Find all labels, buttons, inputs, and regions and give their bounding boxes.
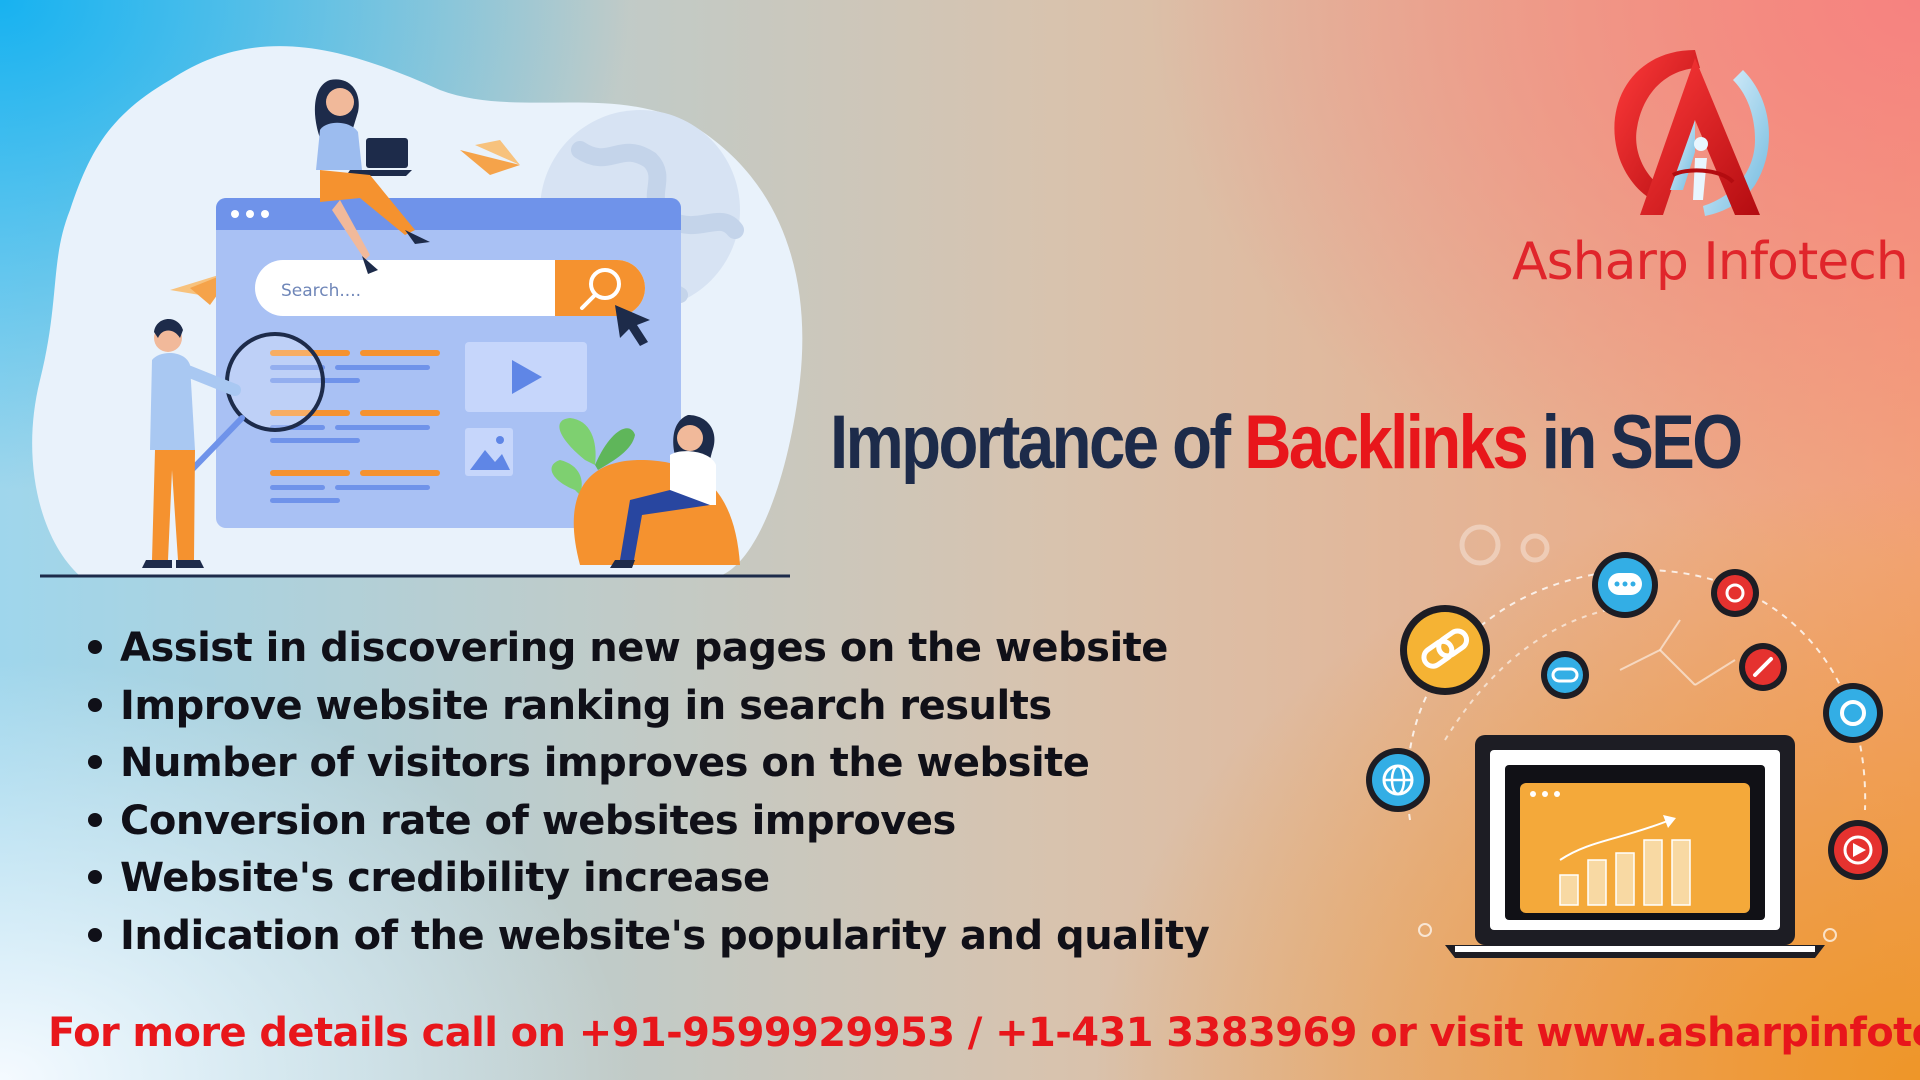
backlink-network-illustration (1366, 524, 1888, 958)
title-part2: in SEO (1526, 400, 1743, 485)
title-highlight: Backlinks (1244, 400, 1529, 485)
chat-icon (1592, 552, 1658, 618)
list-item: Improve website ranking in search result… (82, 678, 1209, 736)
link-red-icon (1739, 643, 1787, 691)
brand-name: Asharp Infotech (1512, 232, 1909, 292)
list-item: Number of visitors improves on the websi… (82, 735, 1209, 793)
bullet-dot (88, 697, 102, 712)
search-placeholder-text: Search.... (281, 281, 362, 301)
play-icon (1828, 820, 1888, 880)
title-part1: Importance of (830, 400, 1245, 485)
brand-logo (1614, 50, 1769, 216)
laptop-icon (1445, 735, 1825, 958)
bullet-dot (88, 640, 102, 654)
page-title: Importance of Backlinks in SEO (830, 398, 1743, 488)
seo-search-illustration (32, 46, 803, 578)
settings-icon (1711, 569, 1759, 617)
globe-icon (1366, 748, 1430, 812)
bullet-dot (88, 927, 102, 942)
list-item: Conversion rate of websites improves (82, 793, 1209, 851)
list-item: Assist in discovering new pages on the w… (82, 620, 1209, 678)
link-small-icon (1541, 651, 1589, 699)
list-item: Website's credibility increase (82, 850, 1209, 908)
banner: Search.... Asharp Infotech Importance of… (0, 0, 1920, 1080)
bullet-dot (88, 870, 102, 885)
contact-footer: For more details call on +91-9599929953 … (48, 1010, 1920, 1056)
link-icon (1400, 605, 1490, 695)
bullet-dot (88, 755, 102, 770)
bullet-dot (88, 812, 102, 827)
gear-icon (1823, 683, 1883, 743)
list-item: Indication of the website's popularity a… (82, 908, 1210, 966)
benefits-list: Assist in discovering new pages on the w… (82, 620, 1210, 966)
